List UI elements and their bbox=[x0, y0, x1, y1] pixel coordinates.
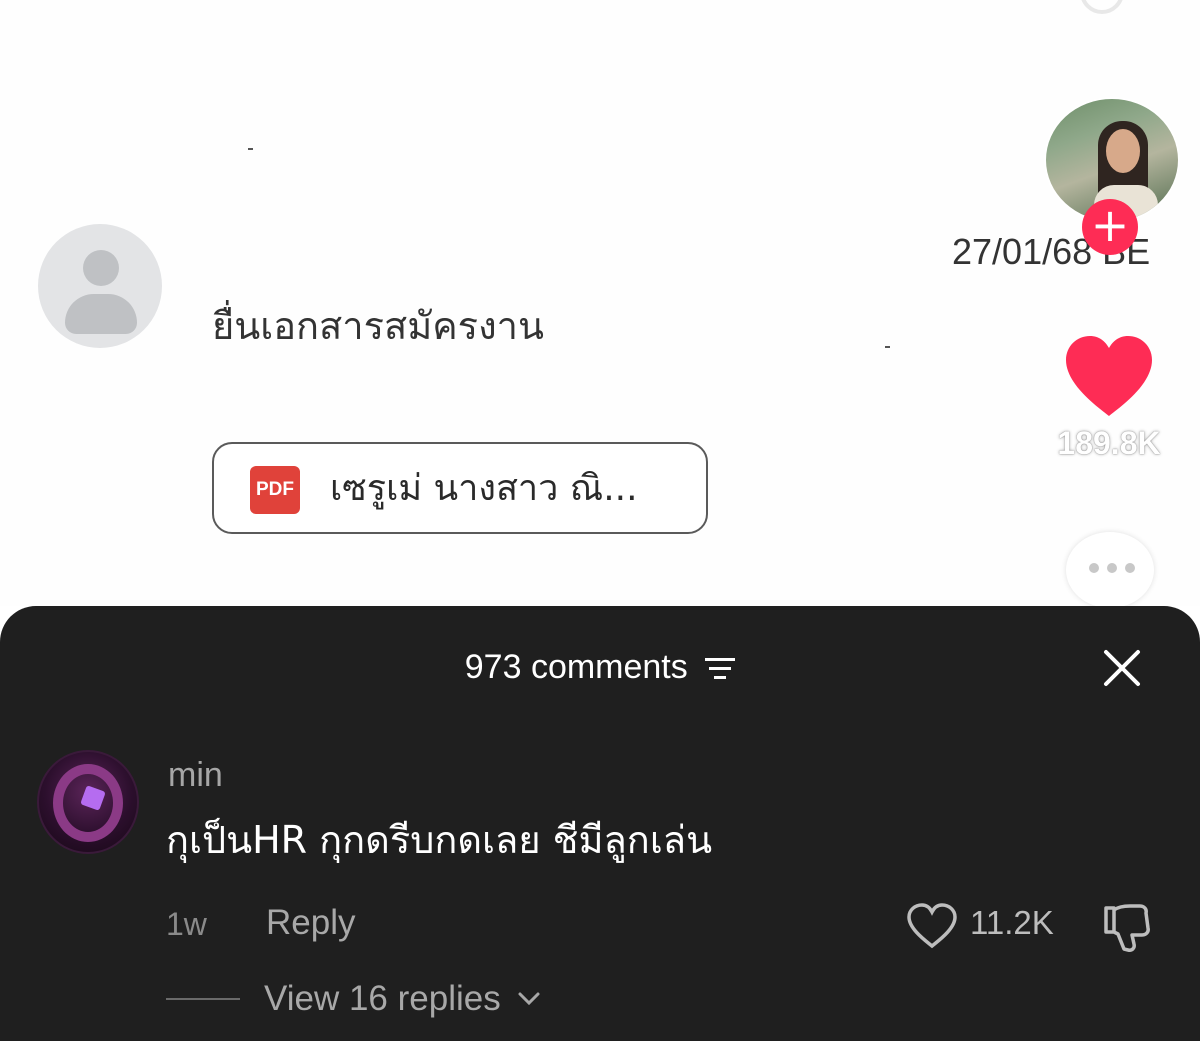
close-icon[interactable] bbox=[1100, 646, 1144, 690]
ellipsis-icon bbox=[1089, 563, 1135, 573]
divider bbox=[885, 346, 890, 348]
comments-count: 973 comments bbox=[464, 648, 688, 686]
post-content: ยื่นเอกสารสมัครงาน PDF เซรูเม่ นางสาว ณิ… bbox=[0, 0, 1200, 606]
pdf-icon: PDF bbox=[250, 466, 300, 514]
pdf-attachment[interactable]: PDF เซรูเม่ นางสาว ณิ... bbox=[212, 442, 708, 534]
view-replies-label: View 16 replies bbox=[264, 979, 501, 1018]
comments-sheet: 973 comments min กุเป็นHR กุกดรีบกดเลย ช… bbox=[0, 606, 1200, 1041]
comment-username[interactable]: min bbox=[168, 754, 223, 796]
comments-header: 973 comments bbox=[0, 646, 1200, 688]
follow-button[interactable]: + bbox=[1082, 199, 1138, 255]
attachment-filename: เซรูเม่ นางสาว ณิ... bbox=[330, 468, 638, 509]
comment-timestamp: 1w bbox=[166, 906, 207, 942]
person-icon bbox=[83, 250, 119, 286]
sender-avatar bbox=[38, 224, 162, 348]
comment-icon[interactable] bbox=[1066, 532, 1154, 608]
document-title: ยื่นเอกสารสมัครงาน bbox=[212, 304, 544, 348]
dislike-icon[interactable] bbox=[1100, 900, 1154, 954]
comment-text: กุเป็นHR กุกดรีบกดเลย ชีมีลูกเล่น bbox=[166, 818, 713, 862]
commenter-avatar[interactable] bbox=[37, 750, 139, 854]
view-replies-button[interactable]: View 16 replies bbox=[264, 978, 542, 1020]
search-icon[interactable] bbox=[1080, 0, 1124, 14]
heart-outline-icon[interactable] bbox=[906, 902, 958, 950]
divider bbox=[166, 998, 240, 1000]
heart-icon[interactable] bbox=[1062, 334, 1156, 418]
chevron-down-icon bbox=[518, 992, 540, 1006]
comment-like-count: 11.2K bbox=[970, 904, 1054, 941]
reply-button[interactable]: Reply bbox=[266, 902, 355, 944]
divider bbox=[248, 148, 253, 150]
like-count: 189.8K bbox=[1057, 425, 1161, 461]
sort-icon[interactable] bbox=[705, 655, 736, 681]
